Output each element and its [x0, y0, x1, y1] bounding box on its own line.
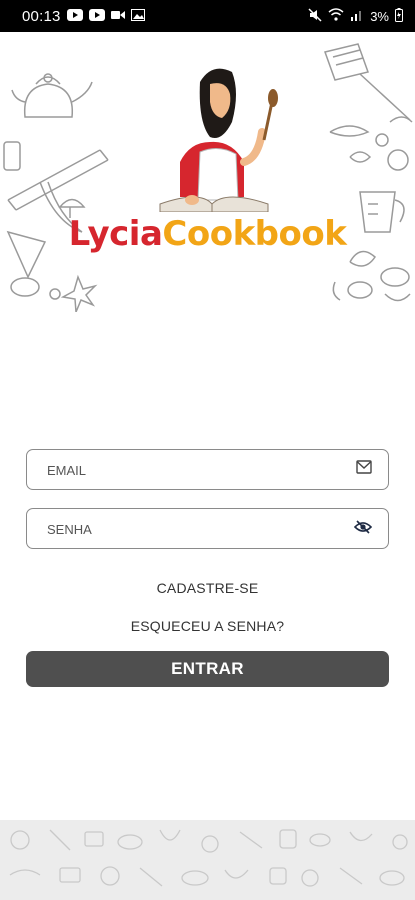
battery-percentage: 3% — [370, 8, 389, 24]
status-bar: 00:13 3% — [0, 0, 415, 32]
email-field[interactable] — [26, 449, 389, 490]
forgot-password-link[interactable]: ESQUECEU A SENHA? — [0, 618, 415, 634]
battery-icon — [395, 7, 403, 25]
clock: 00:13 — [22, 7, 61, 25]
gallery-icon — [130, 8, 145, 24]
password-field[interactable] — [26, 508, 389, 549]
header-banner: LyciaCookbook — [0, 32, 415, 312]
email-input[interactable] — [45, 450, 349, 490]
youtube-icon — [66, 8, 83, 24]
brand-name-part2: Cookbook — [162, 214, 347, 254]
status-bar-left: 00:13 — [22, 8, 145, 25]
brand-name-part1: Lycia — [68, 214, 163, 254]
envelope-icon — [356, 460, 372, 479]
mute-icon — [308, 7, 322, 25]
video-camera-icon — [110, 8, 125, 24]
signup-link[interactable]: CADASTRE-SE — [0, 580, 415, 596]
password-input[interactable] — [45, 509, 349, 549]
footer-pattern — [0, 820, 415, 900]
eye-off-icon[interactable] — [353, 519, 373, 540]
status-bar-right: 3% — [308, 7, 403, 25]
signal-icon — [350, 8, 364, 24]
wifi-icon — [328, 8, 344, 24]
youtube-icon — [88, 8, 105, 24]
login-button[interactable]: ENTRAR — [26, 651, 389, 687]
kitchen-pattern-illustration — [9, 829, 408, 887]
brand-logo: LyciaCookbook — [0, 214, 415, 254]
cook-woman-illustration — [159, 68, 278, 212]
